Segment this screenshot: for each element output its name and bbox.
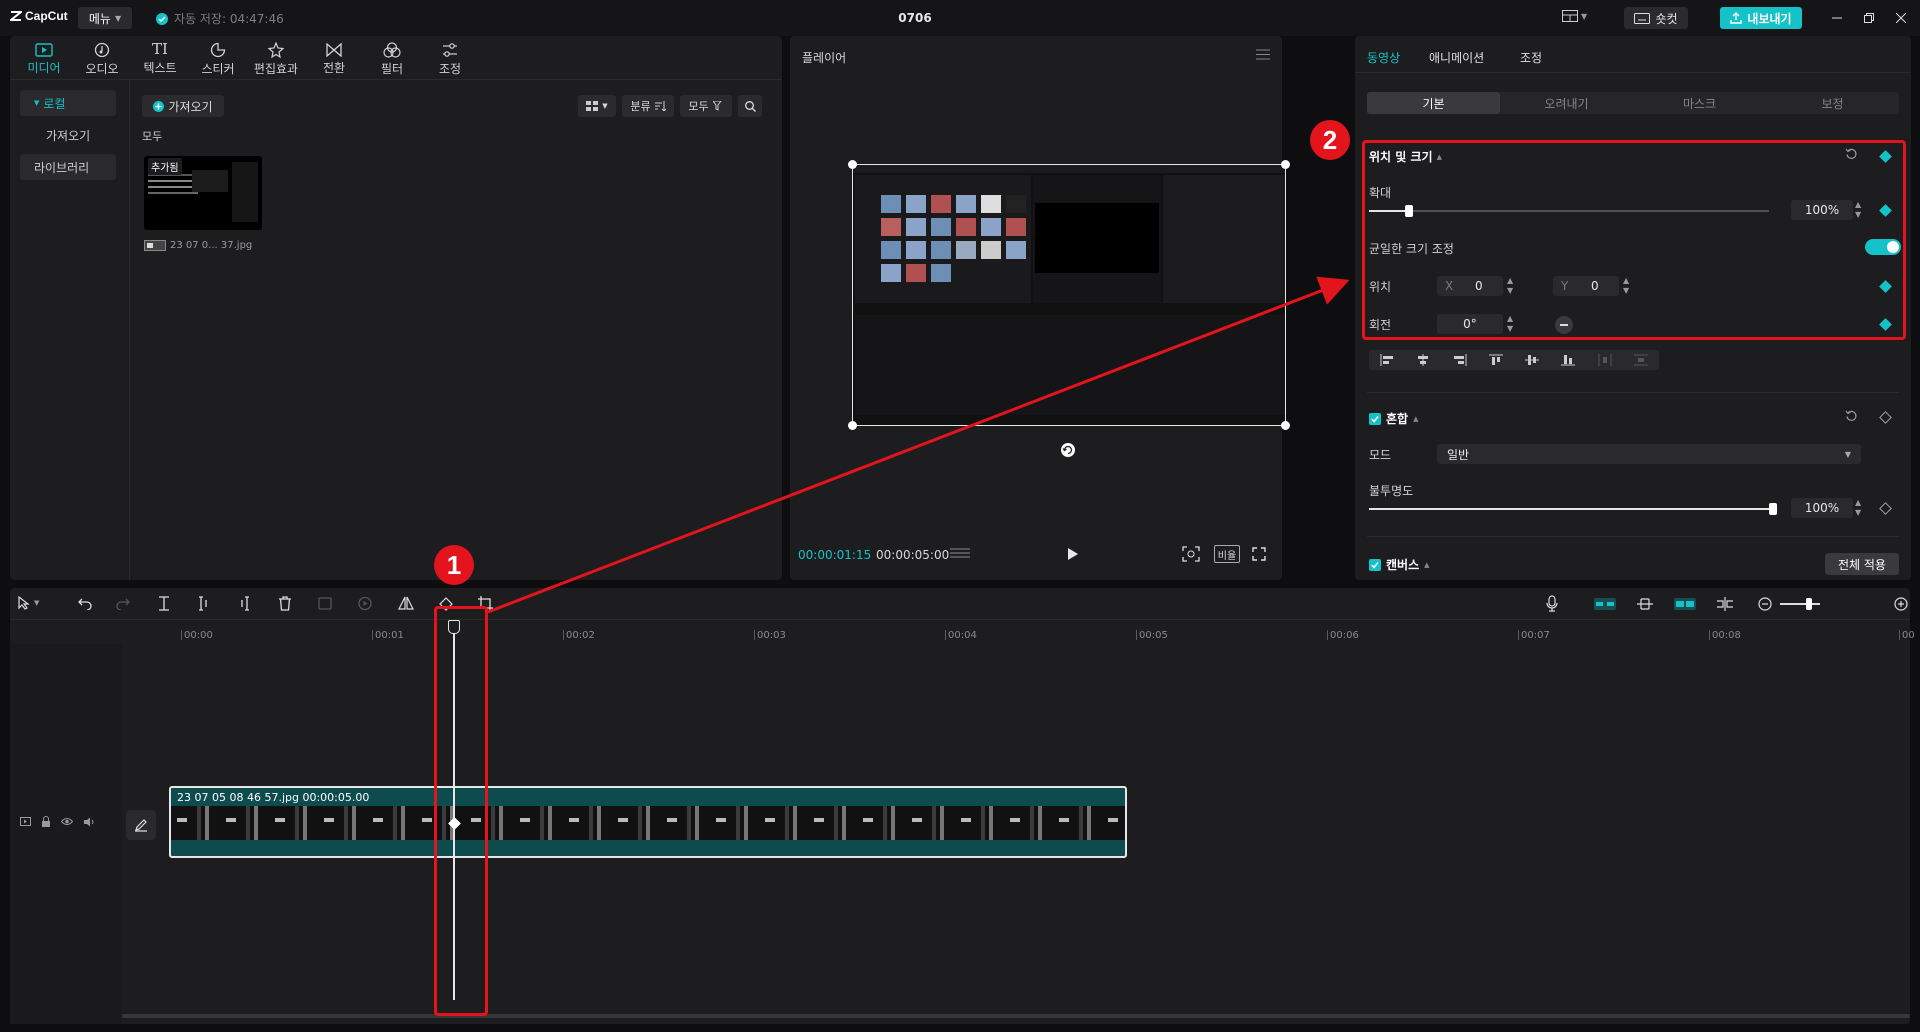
- annotation-arrow: [487, 276, 1350, 614]
- arrow-line: [487, 276, 1350, 614]
